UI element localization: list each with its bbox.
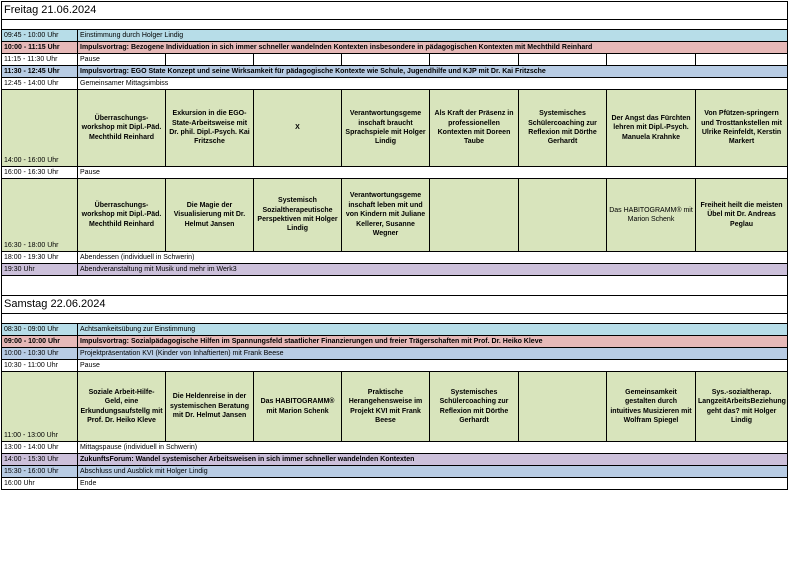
empty-cell: [606, 53, 696, 66]
workshop-cell: Systemisch Sozialtherapeutische Perspekt…: [253, 178, 342, 252]
time-cell: 14:00 - 15:30 Uhr: [1, 453, 78, 466]
event-cell: Abschluss und Ausblick mit Holger Lindig: [76, 465, 788, 478]
workshop-cell: Der Angst das Fürchten lehren mit Dipl.-…: [606, 89, 696, 167]
time-cell: 09:00 - 10:00 Uhr: [1, 335, 78, 348]
time-cell: 11:15 - 11:30 Uhr: [1, 53, 78, 66]
workshop-cell: Soziale Arbeit-Hilfe-Geld, eine Erkundun…: [77, 371, 166, 442]
workshop-cell: Überraschungs-workshop mit Dipl.-Päd. Me…: [77, 178, 166, 252]
time-cell: 11:30 - 12:45 Uhr: [1, 65, 78, 78]
empty-cell: [518, 53, 607, 66]
workshop-cell: X: [253, 89, 342, 167]
empty-cell: [341, 53, 430, 66]
workshop-cell: Praktische Herangehensweise im Projekt K…: [341, 371, 430, 442]
empty-cell: [429, 53, 519, 66]
friday-title: Freitag 21.06.2024: [0, 1, 788, 20]
time-cell: 10:30 - 11:00 Uhr: [1, 359, 78, 372]
time-cell: 16:30 - 18:00 Uhr: [1, 178, 78, 252]
workshop-cell: Exkursion in die EGO-State-Arbeitsweise …: [165, 89, 254, 167]
saturday-title: Samstag 22.06.2024: [0, 295, 788, 314]
time-cell: 13:00 - 14:00 Uhr: [1, 441, 78, 454]
event-cell: ZukunftsForum: Wandel systemischer Arbei…: [76, 453, 788, 466]
event-cell: Achtsamkeitsübung zur Einstimmung: [76, 323, 788, 336]
event-cell: Projektpräsentation KVI (Kinder von Inha…: [76, 347, 788, 360]
event-cell: Pause: [76, 359, 788, 372]
time-cell: 15:30 - 16:00 Uhr: [1, 465, 78, 478]
workshop-cell: Verantwortungsgeme inschaft braucht Spra…: [341, 89, 430, 167]
time-cell: 09:45 - 10:00 Uhr: [1, 29, 78, 42]
time-cell: 14:00 - 16:00 Uhr: [1, 89, 78, 167]
workshop-cell: Freiheit heilt die meisten Übel mit Dr. …: [694, 178, 788, 252]
time-cell: 16:00 - 16:30 Uhr: [1, 166, 78, 179]
event-cell: Pause: [76, 166, 788, 179]
event-cell: Gemeinsamer Mittagsimbiss: [76, 77, 788, 90]
workshop-cell: Die Heldenreise in der systemischen Bera…: [165, 371, 254, 442]
workshop-cell: [518, 371, 607, 442]
empty-cell: [694, 53, 788, 66]
time-cell: 16:00 Uhr: [1, 477, 78, 490]
time-cell: 10:00 - 11:15 Uhr: [1, 41, 78, 54]
empty-cell: [253, 53, 342, 66]
workshop-cell: Gemeinsamkeit gestalten durch intuitives…: [606, 371, 696, 442]
workshop-cell: [518, 178, 607, 252]
empty-cell: [165, 53, 254, 66]
workshop-cell: Als Kraft der Präsenz in professionellen…: [429, 89, 519, 167]
workshop-cell: Systemisches Schülercoaching zur Reflexi…: [518, 89, 607, 167]
spacer: [0, 19, 788, 30]
event-cell: Einstimmung durch Holger Lindig: [76, 29, 788, 42]
event-cell: Impulsvortrag: Sozialpädagogische Hilfen…: [76, 335, 788, 348]
spacer: [0, 275, 788, 296]
time-cell: 10:00 - 10:30 Uhr: [1, 347, 78, 360]
workshop-cell: Systemisches Schülercoaching zur Reflexi…: [429, 371, 519, 442]
event-cell: Abendveranstaltung mit Musik und mehr im…: [76, 263, 788, 276]
event-cell: Mittagspause (individuell in Schwerin): [76, 441, 788, 454]
workshop-cell: Sys.-sozialtherap. LangzeitArbeitsBezieh…: [694, 371, 788, 442]
time-cell: 11:00 - 13:00 Uhr: [1, 371, 78, 442]
workshop-cell: [429, 178, 519, 252]
time-cell: 19:30 Uhr: [1, 263, 78, 276]
event-cell: Abendessen (individuell in Schwerin): [76, 251, 788, 264]
event-cell: Ende: [76, 477, 788, 490]
workshop-cell: Verantwortungsgeme inschaft leben mit un…: [341, 178, 430, 252]
schedule-table: Freitag 21.06.2024 09:45 - 10:00 Uhr Eins…: [0, 1, 788, 490]
spacer: [0, 313, 788, 324]
time-cell: 08:30 - 09:00 Uhr: [1, 323, 78, 336]
time-cell: 12:45 - 14:00 Uhr: [1, 77, 78, 90]
workshop-cell: Die Magie der Visualisierung mit Dr. Hel…: [165, 178, 254, 252]
event-cell: Impulsvortrag: EGO State Konzept und sei…: [76, 65, 788, 78]
time-cell: 18:00 - 19:30 Uhr: [1, 251, 78, 264]
workshop-cell: Überraschungs-workshop mit Dipl.-Päd. Me…: [77, 89, 166, 167]
event-cell: Pause: [77, 53, 166, 66]
workshop-cell: Das HABITOGRAMM® mit Marion Schenk: [253, 371, 342, 442]
event-cell: Impulsvortrag: Bezogene Individuation in…: [76, 41, 788, 54]
workshop-cell: Das HABITOGRAMM® mit Marion Schenk: [606, 178, 696, 252]
workshop-cell: Von Pfützen-springern und Trosttankstell…: [694, 89, 788, 167]
